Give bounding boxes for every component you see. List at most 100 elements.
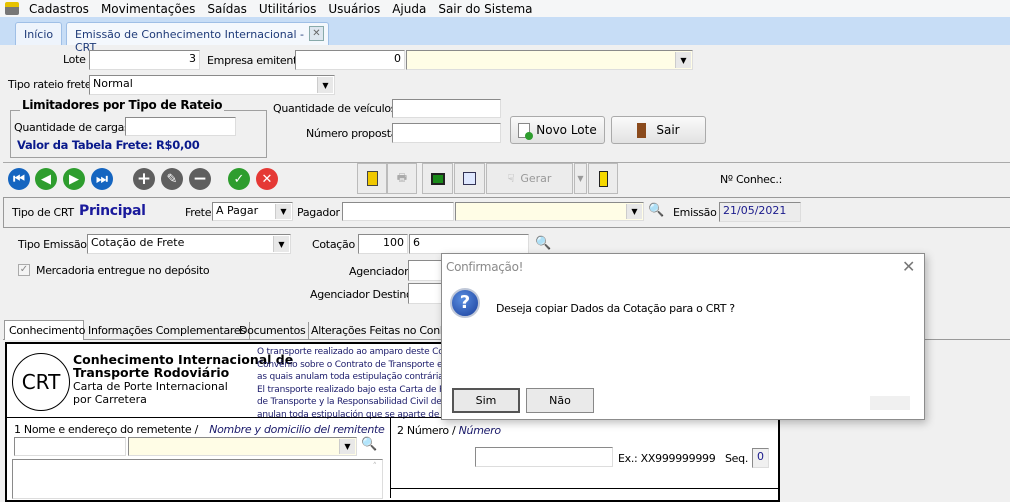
num-proposta-input[interactable] [392,123,501,143]
cotacao-label: Cotação [312,238,355,251]
first-record-icon[interactable]: ⏮ [8,168,30,190]
confirm-check-icon[interactable]: ✓ [228,168,250,190]
pagador-select[interactable]: ▼ [455,202,644,221]
tipo-rateio-select[interactable]: Normal ▼ [89,75,335,95]
chevron-down-icon: ▼ [317,77,333,93]
nao-button[interactable]: Não [526,388,594,413]
frete-select[interactable]: A Pagar ▼ [212,202,293,221]
agenciador-label: Agenciador [349,265,409,278]
valor-tabela-frete: Valor da Tabela Frete: R$0,00 [17,138,200,152]
menu-ajuda[interactable]: Ajuda [392,2,426,16]
remetente-label-es: Nombre y domicilio del remitente [209,423,385,436]
exit-button[interactable] [588,163,618,194]
next-record-icon[interactable]: ▶ [63,168,85,190]
previous-record-icon[interactable]: ◀ [35,168,57,190]
last-record-icon[interactable]: ⏭ [91,168,113,190]
conhec-number-label: Nº Conhec.: [720,173,782,186]
subtab-alteracoes[interactable]: Alterações Feitas no Conhe [308,322,456,339]
menu-saidas[interactable]: Saídas [207,2,247,16]
novo-lote-label: Novo Lote [536,123,597,137]
mercadoria-checkbox[interactable]: ✓ [18,264,30,276]
add-icon[interactable]: + [133,168,155,190]
doc-subtitle: Carta de Porte Internacional por Carreter… [73,380,228,406]
new-document-icon [518,122,534,140]
remetente-address-textarea[interactable]: ˄ [12,459,383,499]
legal-line: de Transporte y la Responsabilidad Civil… [257,397,441,407]
remetente-label: 1 Nome e endereço do remetente / Nombre … [14,423,385,436]
exit-door-icon [598,170,608,187]
lote-input[interactable]: 3 [89,50,200,70]
gerar-button[interactable]: ☟ Gerar [486,163,573,194]
tipo-rateio-label: Tipo rateio frete [8,78,92,91]
remetente-code-input[interactable] [14,437,126,456]
search-pagador-icon[interactable]: 🔍 [648,203,664,218]
doc-column-divider [390,418,391,498]
num-proposta-label: Número proposta [306,127,398,140]
menu-movimentacoes[interactable]: Movimentações [101,2,195,16]
group-title: Limitadores por Tipo de Rateio [20,98,225,112]
subtab-conhecimento[interactable]: Conhecimento [4,320,85,340]
numero-label-es: Número [458,424,501,437]
legal-line: O transporte realizado ao amparo deste C… [257,347,441,357]
sair-button[interactable]: Sair [611,116,706,144]
legal-line: Convênio sobre o Contrato de Transporte … [257,359,441,370]
sim-button[interactable]: Sim [452,388,520,413]
app-icon [5,2,19,15]
numero-input[interactable] [475,447,613,467]
search-remetente-icon[interactable]: 🔍 [361,437,377,452]
menu-cadastros[interactable]: Cadastros [29,2,89,16]
doc-subtitle-line1: Carta de Porte Internacional [73,380,228,393]
question-icon: ? [450,288,480,318]
dialog-message: Deseja copiar Dados da Cotação para o CR… [496,302,735,315]
tab-inicio[interactable]: Início [15,22,62,45]
remetente-select[interactable]: ▼ [128,437,357,456]
tab-crt[interactable]: Emissão de Conhecimento Internacional - … [66,22,329,54]
crt-logo: CRT [12,353,70,411]
novo-lote-button[interactable]: Novo Lote [510,116,605,144]
print-button[interactable]: 🖶 [387,163,417,194]
gerar-dropdown[interactable]: ▼ [574,163,587,194]
monitor-button[interactable] [422,163,453,194]
legal-line: anulan toda estipulación que se aparte d… [257,409,441,420]
tipo-crt-value: Principal [79,203,146,219]
cotacao-number-input[interactable]: 6 [409,234,529,254]
dialog-title: Confirmação! [446,260,524,274]
pagador-code-input[interactable] [342,202,454,221]
monitor-icon [430,172,445,185]
tipo-rateio-value: Normal [93,77,133,90]
subtab-informacoes[interactable]: Informações Complementares [85,322,250,339]
menu-utilitarios[interactable]: Utilitários [259,2,316,16]
remove-icon[interactable]: − [189,168,211,190]
legal-line: El transporte realizado bajo esta Carta … [257,384,441,395]
edit-pencil-icon[interactable]: ✎ [161,168,183,190]
frete-value: A Pagar [216,204,259,217]
empresa-code-input[interactable]: 0 [295,50,405,70]
tab-strip: Início Emissão de Conhecimento Internaci… [0,17,1010,54]
menu-sair[interactable]: Sair do Sistema [438,2,532,16]
subtab-documentos[interactable]: Documentos [236,322,310,339]
copy-document-button[interactable] [357,163,387,194]
qtd-cargas-label: Quantidade de cargas [14,121,130,134]
confirm-dialog: Confirmação! ✕ ? Deseja copiar Dados da … [441,253,925,420]
scroll-up-icon[interactable]: ˄ [373,462,378,472]
cotacao-code-input[interactable]: 100 [358,234,408,254]
qtd-cargas-input[interactable] [125,117,236,136]
emissao-input[interactable]: 21/05/2021 [719,202,801,222]
form-edit-button[interactable] [454,163,485,194]
dialog-hidden-button [870,396,910,410]
empresa-select[interactable]: ▼ [406,50,693,70]
doc-subtitle-line2: por Carretera [73,393,147,406]
qtd-veiculos-input[interactable] [392,99,501,118]
door-icon [637,122,647,138]
dialog-close-icon[interactable]: ✕ [902,257,915,276]
tipo-emissao-select[interactable]: Cotação de Frete ▼ [87,234,291,254]
mercadoria-label: Mercadoria entregue no depósito [36,264,210,277]
numero-label: 2 Número / Número [397,424,501,437]
qtd-veiculos-label: Quantidade de veículos [273,102,397,115]
gerar-label: Gerar [520,172,552,185]
cancel-x-icon[interactable]: ✕ [256,168,278,190]
close-tab-icon[interactable]: ✕ [309,26,324,41]
menu-usuarios[interactable]: Usuários [328,2,380,16]
search-cotacao-icon[interactable]: 🔍 [535,236,551,251]
seq-input[interactable]: 0 [752,448,769,468]
